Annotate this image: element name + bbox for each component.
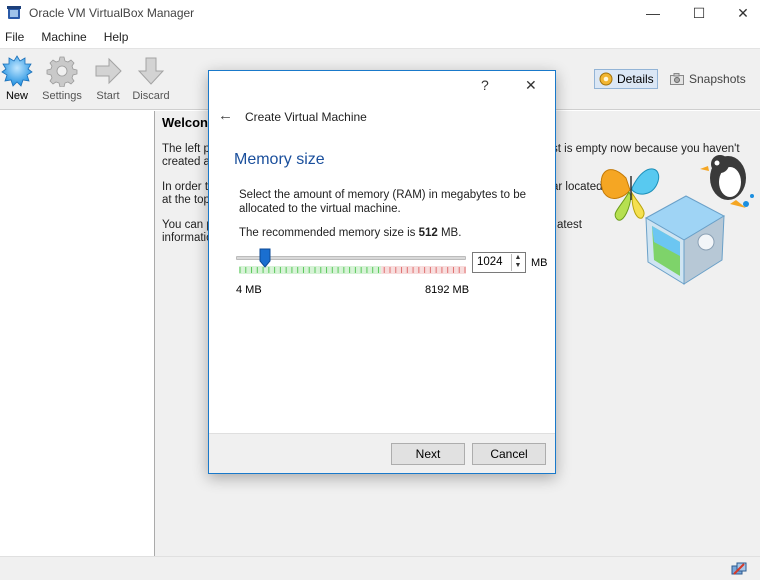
dialog-title: Create Virtual Machine [245, 110, 367, 124]
page-title: Memory size [234, 151, 325, 168]
memory-value[interactable]: 1024 [477, 256, 503, 268]
help-icon[interactable]: ? [481, 77, 489, 93]
welcome-text: created a [162, 156, 210, 168]
back-arrow-icon[interactable]: ← [218, 107, 233, 124]
window-title: Oracle VM VirtualBox Manager [29, 6, 195, 20]
new-icon [1, 55, 33, 87]
welcome-text: informatio [162, 232, 213, 244]
virtualbox-cube-illustration [644, 195, 726, 285]
menu-bar: File Machine Help [0, 26, 760, 48]
snapshots-label: Snapshots [689, 72, 746, 86]
start-button[interactable]: Start [84, 55, 132, 107]
close-button[interactable]: ✕ [720, 0, 760, 26]
next-button[interactable]: Next [391, 443, 465, 465]
welcome-title: Welcon [162, 115, 208, 130]
recommend-value: 512 [418, 227, 438, 239]
new-button[interactable]: New [0, 55, 41, 107]
welcome-text: You can p [162, 219, 213, 231]
memory-unit-label: MB [531, 257, 548, 269]
title-bar: Oracle VM VirtualBox Manager — ☐ ✕ [0, 0, 760, 26]
details-label: Details [617, 72, 654, 86]
recommend-suffix: MB. [437, 227, 462, 239]
dialog-close-icon[interactable]: ✕ [525, 77, 537, 94]
memory-min-label: 4 MB [236, 284, 262, 296]
gear-icon [46, 56, 78, 87]
snapshots-button[interactable]: Snapshots [670, 69, 750, 89]
recommend-prefix: The recommended memory size is [239, 227, 419, 239]
details-gear-icon [599, 72, 613, 86]
welcome-text: In order t [162, 181, 209, 193]
maximize-icon: ☐ [692, 4, 706, 21]
welcome-text: The left p [162, 143, 210, 155]
menu-machine[interactable]: Machine [36, 26, 92, 48]
memory-description: Select the amount of memory (RAM) in meg… [239, 189, 526, 215]
welcome-text: ar located [552, 181, 603, 193]
settings-label: Settings [42, 90, 82, 102]
status-bar [0, 556, 760, 580]
start-label: Start [96, 90, 120, 102]
close-icon: ✕ [737, 4, 749, 21]
minimize-button[interactable]: — [630, 0, 676, 26]
virtualbox-app-icon [7, 6, 21, 19]
memory-slider-handle[interactable] [259, 248, 271, 268]
details-button[interactable]: Details [594, 69, 658, 89]
minimize-icon: — [646, 5, 660, 21]
spinbox-arrows[interactable]: ▲ ▼ [511, 254, 524, 271]
spin-down-icon[interactable]: ▼ [512, 262, 524, 270]
menu-help[interactable]: Help [99, 26, 135, 48]
dialog-footer: Next Cancel [209, 433, 555, 473]
camera-icon [670, 73, 684, 85]
vm-list-pane[interactable] [0, 111, 155, 556]
new-label: New [5, 90, 28, 102]
spin-up-icon[interactable]: ▲ [512, 254, 524, 262]
butterfly-illustration [600, 168, 660, 221]
memory-spinbox[interactable]: 1024 ▲ ▼ [472, 252, 526, 273]
welcome-text: atest [557, 219, 582, 231]
maximize-button[interactable]: ☐ [676, 0, 722, 26]
discard-button[interactable]: Discard [127, 55, 175, 107]
discard-label: Discard [132, 90, 170, 102]
memory-max-label: 8192 MB [425, 284, 470, 296]
virtualbox-logo-image [600, 155, 754, 285]
settings-button[interactable]: Settings [38, 55, 86, 107]
discard-arrow-icon [137, 57, 165, 85]
menu-file[interactable]: File [0, 26, 30, 48]
start-arrow-icon [95, 57, 122, 85]
cancel-button[interactable]: Cancel [472, 443, 546, 465]
welcome-text: at the top [162, 194, 210, 206]
network-status-icon[interactable] [731, 561, 747, 577]
recommended-memory-text: The recommended memory size is 512 MB. [239, 227, 461, 239]
create-vm-dialog: ? ✕ ← Create Virtual Machine Memory size… [208, 70, 556, 474]
penguin-illustration [700, 155, 754, 208]
memory-slider-ticks [239, 266, 466, 274]
